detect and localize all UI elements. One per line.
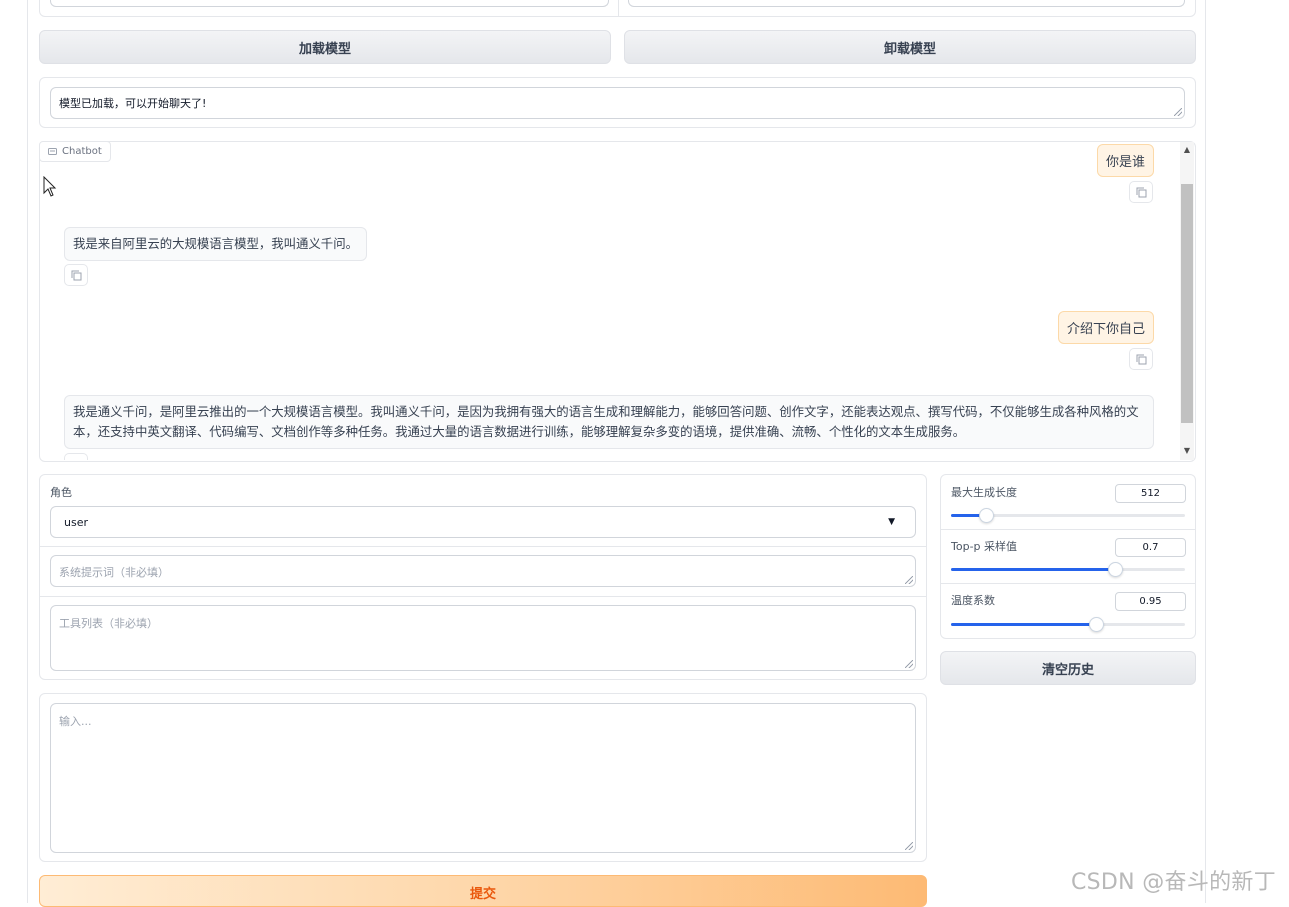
resize-grip-icon[interactable] [905,576,913,584]
status-text: 模型已加载，可以开始聊天了! [59,97,207,110]
mouse-cursor-icon [43,176,57,197]
input-panel: 输入... [39,693,927,862]
copy-icon [1136,354,1146,364]
tools-placeholder: 工具列表（非必填） [59,617,158,630]
assistant-message: 我是通义千问，是阿里云推出的一个大规模语言模型。我叫通义千问，是因为我拥有强大的… [64,395,1154,449]
chatbot-label: Chatbot [39,141,111,162]
clear-history-button[interactable]: 清空历史 [940,651,1196,685]
copy-button[interactable] [1129,348,1153,370]
max-length-slider-thumb[interactable] [979,508,995,523]
resize-grip-icon[interactable] [905,660,913,668]
scroll-down-icon[interactable]: ▼ [1180,444,1194,458]
max-length-input[interactable]: 512 [1115,484,1186,503]
model-path-input-left[interactable] [50,0,609,7]
divider [941,583,1195,584]
role-value: user [64,516,88,529]
top-p-slider[interactable] [951,562,1185,577]
params-panel: 最大生成长度 512 Top-p 采样值 0.7 温度系数 0.95 [940,474,1196,639]
temperature-slider-thumb[interactable] [1089,617,1105,632]
copy-button[interactable] [64,264,88,286]
tools-field[interactable]: 工具列表（非必填） [50,605,916,671]
top-p-slider-fill [951,568,1115,571]
chat-icon [48,147,57,155]
divider [40,546,926,547]
top-p-label: Top-p 采样值 [951,540,1018,553]
divider [40,596,926,597]
resize-grip-icon[interactable] [905,842,913,850]
temperature-slider[interactable] [951,617,1185,632]
top-p-input[interactable]: 0.7 [1115,538,1186,557]
max-length-label: 最大生成长度 [951,486,1017,499]
assistant-message: 我是来自阿里云的大规模语言模型，我叫通义千问。 [64,227,367,261]
copy-button[interactable] [1129,181,1153,203]
message-input[interactable]: 输入... [50,703,916,853]
submit-button[interactable]: 提交 [39,875,927,907]
temperature-input[interactable]: 0.95 [1115,592,1186,611]
divider [941,529,1195,530]
copy-button-partial[interactable] [64,453,88,460]
user-message: 介绍下你自己 [1057,311,1154,344]
user-message: 你是谁 [1096,144,1154,177]
system-prompt-field[interactable]: 系统提示词（非必填） [50,555,916,587]
load-model-button[interactable]: 加载模型 [39,30,611,64]
temperature-slider-fill [951,623,1097,626]
status-textbox[interactable]: 模型已加载，可以开始聊天了! [50,87,1185,119]
model-path-input-right[interactable] [628,0,1185,7]
status-panel: 模型已加载，可以开始聊天了! [39,77,1196,128]
chat-scrollbar-thumb[interactable] [1181,184,1193,423]
copy-icon [1136,187,1146,197]
system-prompt-placeholder: 系统提示词（非必填） [59,566,169,579]
scroll-up-icon[interactable]: ▲ [1180,143,1194,157]
watermark: CSDN @奋斗的新丁 [1071,870,1277,895]
dropdown-arrow-icon: ▼ [888,517,895,527]
top-p-slider-thumb[interactable] [1107,562,1123,577]
message-input-placeholder: 输入... [59,715,92,728]
panel-divider [618,0,619,17]
resize-grip-icon[interactable] [1174,108,1182,116]
role-label: 角色 [50,486,72,499]
max-length-slider[interactable] [951,508,1185,523]
unload-model-button[interactable]: 卸载模型 [624,30,1196,64]
copy-icon [71,270,81,280]
role-dropdown[interactable]: user ▼ [50,506,916,538]
temperature-label: 温度系数 [951,594,995,607]
settings-panel: 角色 user ▼ 系统提示词（非必填） 工具列表（非必填） [39,474,927,680]
chatbot-label-text: Chatbot [62,146,102,157]
model-path-panel [39,0,1196,17]
